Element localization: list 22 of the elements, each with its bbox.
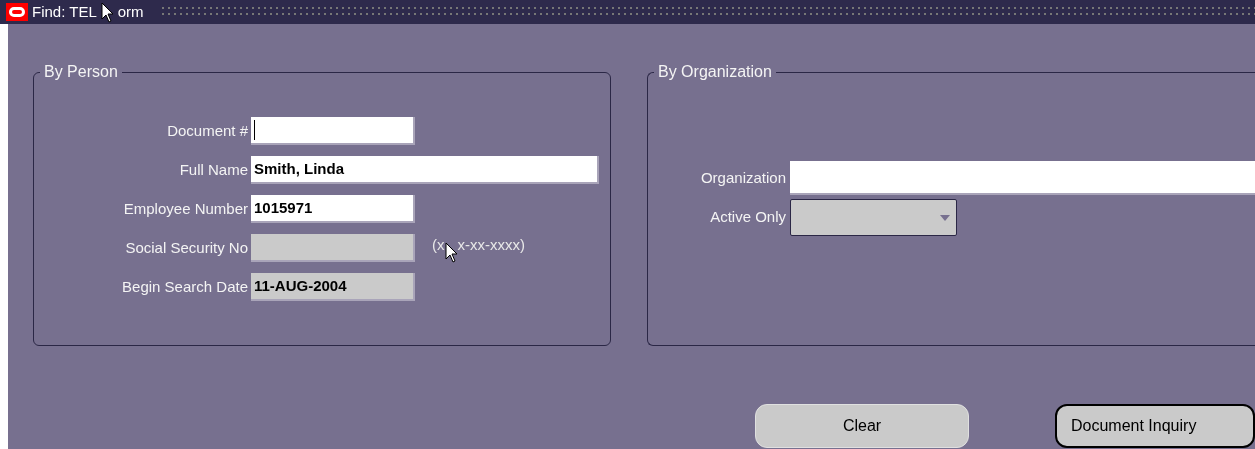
oracle-logo-icon (6, 3, 28, 21)
active-only-dropdown[interactable] (790, 199, 957, 236)
input-field[interactable]: 1015971 (251, 195, 415, 223)
window-title: orm (117, 1, 144, 22)
window-title: Find: TEL (32, 1, 97, 22)
action-button[interactable]: Document Inquiry (1055, 404, 1255, 448)
field-label: Social Security No (124, 237, 248, 258)
mouse-pointer-icon (100, 1, 114, 23)
format-hint: (x (432, 234, 445, 255)
action-button[interactable]: Clear (755, 404, 969, 448)
dropdown-caret-icon (940, 214, 950, 221)
input-field[interactable] (251, 117, 415, 145)
field-label: Organization (699, 167, 786, 188)
input-field[interactable]: Smith, Linda (251, 156, 599, 184)
field-label: Document # (166, 120, 248, 141)
field-label: Employee Number (122, 198, 248, 219)
field-label: Full Name (178, 159, 248, 180)
organization-field[interactable] (790, 161, 1255, 195)
mouse-pointer-icon (444, 241, 458, 263)
format-hint: x-xx-xxxx) (457, 234, 525, 255)
field-label: Active Only (709, 207, 786, 228)
field-label: Begin Search Date (121, 276, 248, 297)
